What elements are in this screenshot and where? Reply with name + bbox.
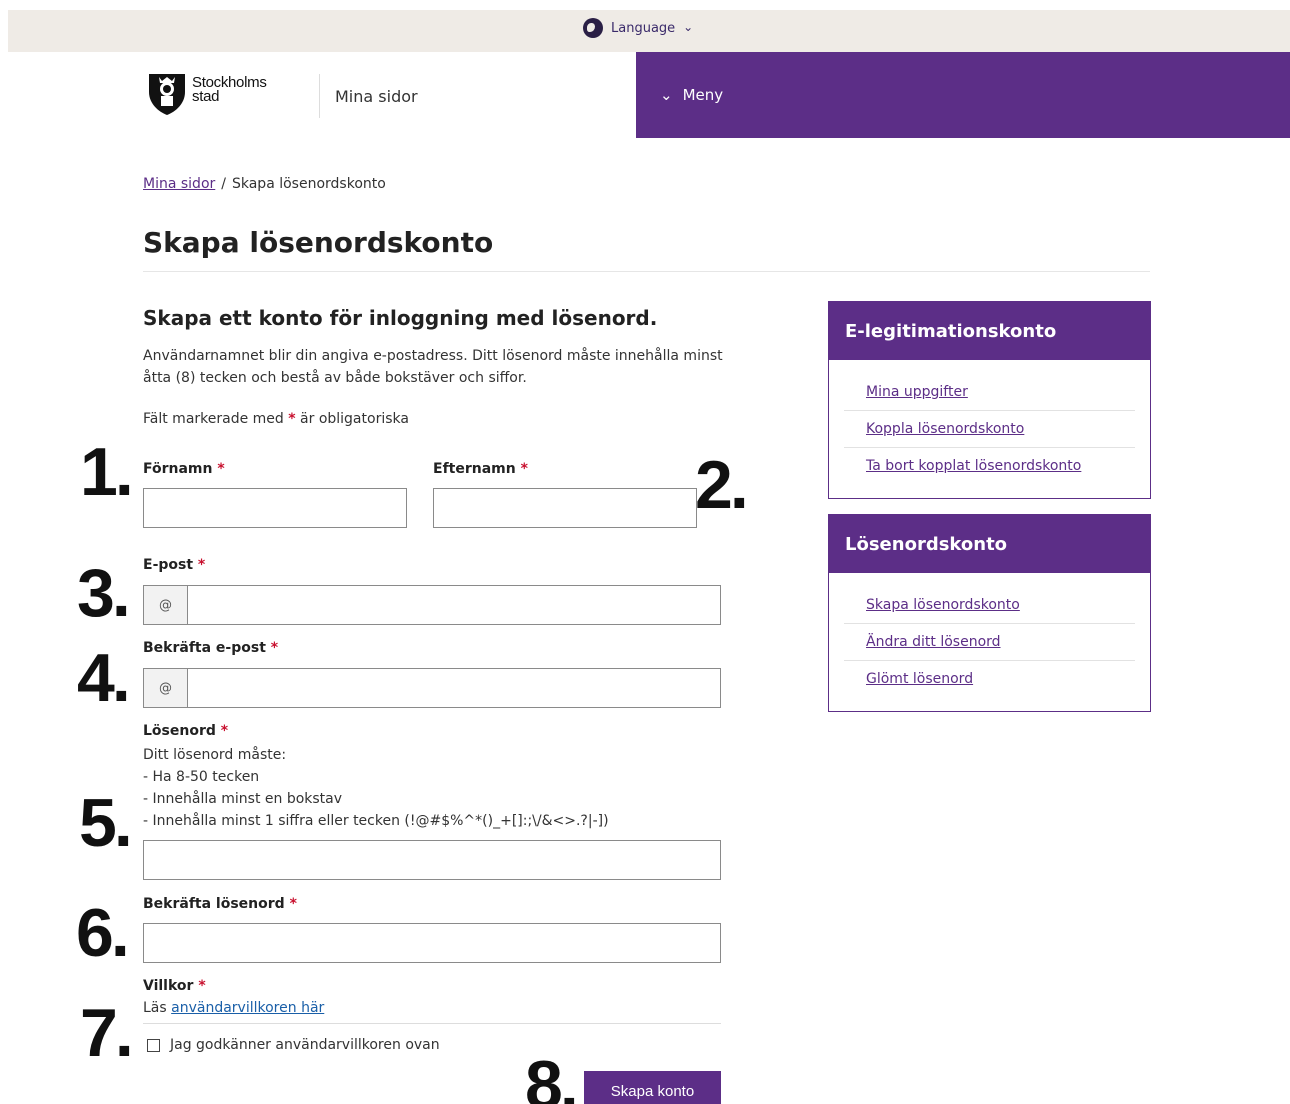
email-label-text: E-post bbox=[143, 557, 194, 573]
password-requirements: Ditt lösenord måste: - Ha 8-50 tecken - … bbox=[143, 744, 609, 832]
chevron-down-icon: ⌄ bbox=[660, 86, 673, 104]
terms-read-line: Läs användarvillkoren här bbox=[143, 1000, 324, 1016]
password-help-line: Ditt lösenord måste: bbox=[143, 747, 287, 763]
annotation-7: 7. bbox=[80, 995, 134, 1071]
sidebar-password-title: Lösenordskonto bbox=[829, 515, 1150, 573]
lastname-label-text: Efternamn bbox=[433, 461, 516, 477]
sidebar-link[interactable]: Glömt lösenord bbox=[866, 671, 973, 687]
annotation-6: 6. bbox=[76, 895, 130, 971]
password-confirm-input[interactable] bbox=[143, 923, 721, 963]
annotation-4: 4. bbox=[77, 640, 131, 716]
annotation-3: 3. bbox=[77, 555, 131, 631]
firstname-label-text: Förnamn bbox=[143, 461, 213, 477]
sidebar-item-skapa: Skapa lösenordskonto bbox=[844, 587, 1135, 624]
sidebar-link[interactable]: Koppla lösenordskonto bbox=[866, 421, 1024, 437]
required-star: * bbox=[220, 723, 229, 739]
intro-text: Användarnamnet blir din angiva e-postadr… bbox=[143, 348, 723, 386]
create-account-button[interactable]: Skapa konto bbox=[584, 1071, 721, 1104]
sidebar-link[interactable]: Ändra ditt lösenord bbox=[866, 634, 1001, 650]
at-sign-addon: @ bbox=[144, 586, 188, 624]
password-help-line: - Innehålla minst 1 siffra eller tecken … bbox=[143, 813, 609, 829]
required-star: * bbox=[520, 461, 528, 477]
sidebar-eid-box: E-legitimationskonto Mina uppgifter Kopp… bbox=[828, 301, 1151, 499]
password-label: Lösenord * bbox=[143, 723, 228, 739]
language-selector[interactable]: Language ⌄ bbox=[583, 18, 693, 38]
terms-read-prefix: Läs bbox=[143, 1000, 167, 1016]
sidebar-link[interactable]: Mina uppgifter bbox=[866, 384, 968, 400]
annotation-8: 8. bbox=[525, 1047, 579, 1104]
required-star: * bbox=[197, 557, 206, 573]
site-title[interactable]: Mina sidor bbox=[335, 87, 418, 106]
header-divider bbox=[319, 74, 320, 118]
terms-label-text: Villkor bbox=[143, 978, 194, 994]
title-divider bbox=[143, 271, 1150, 272]
email-label: E-post * bbox=[143, 557, 205, 573]
terms-checkbox-row[interactable]: Jag godkänner användarvillkoren ovan bbox=[147, 1037, 440, 1053]
terms-checkbox-label: Jag godkänner användarvillkoren ovan bbox=[170, 1037, 440, 1053]
menu-label: Meny bbox=[682, 86, 724, 104]
chevron-down-icon: ⌄ bbox=[683, 20, 694, 34]
email-input[interactable]: @ bbox=[143, 585, 721, 625]
required-suffix: är obligatoriska bbox=[300, 411, 409, 427]
password-help-line: - Ha 8-50 tecken bbox=[143, 769, 260, 785]
password-confirm-label-text: Bekräfta lösenord bbox=[143, 896, 285, 912]
terms-checkbox[interactable] bbox=[147, 1038, 160, 1052]
at-sign-addon: @ bbox=[144, 669, 188, 707]
sidebar-password-box: Lösenordskonto Skapa lösenordskonto Ändr… bbox=[828, 514, 1151, 712]
menu-bar: ⌄ Meny bbox=[636, 52, 1290, 138]
breadcrumb: Mina sidor / Skapa lösenordskonto bbox=[143, 176, 386, 192]
required-star: * bbox=[270, 640, 279, 656]
required-star: * bbox=[288, 411, 296, 427]
globe-icon bbox=[583, 18, 603, 38]
password-label-text: Lösenord bbox=[143, 723, 216, 739]
sidebar-eid-list: Mina uppgifter Koppla lösenordskonto Ta … bbox=[829, 360, 1150, 485]
sidebar-item-glomt: Glömt lösenord bbox=[844, 661, 1135, 698]
language-bar: Language ⌄ bbox=[8, 10, 1290, 52]
required-prefix: Fält markerade med bbox=[143, 411, 284, 427]
email-confirm-input[interactable]: @ bbox=[143, 668, 721, 708]
terms-link[interactable]: användarvillkoren här bbox=[171, 1000, 324, 1016]
sidebar-item-andra: Ändra ditt lösenord bbox=[844, 624, 1135, 661]
sidebar-item-koppla: Koppla lösenordskonto bbox=[844, 411, 1135, 448]
firstname-input[interactable] bbox=[143, 488, 407, 528]
annotation-2: 2. bbox=[695, 447, 749, 523]
breadcrumb-separator: / bbox=[221, 176, 226, 192]
sidebar-item-ta-bort: Ta bort kopplat lösenordskonto bbox=[844, 448, 1135, 485]
site-header: Stockholms stad Mina sidor ⌄ Meny bbox=[0, 52, 1290, 138]
sidebar-item-mina-uppgifter: Mina uppgifter bbox=[844, 374, 1135, 411]
required-star: * bbox=[198, 978, 206, 994]
sidebar-link[interactable]: Ta bort kopplat lösenordskonto bbox=[866, 458, 1081, 474]
logo-line-2: stad bbox=[192, 88, 220, 105]
sidebar-password-list: Skapa lösenordskonto Ändra ditt lösenord… bbox=[829, 573, 1150, 698]
lastname-input[interactable] bbox=[433, 488, 697, 528]
email-confirm-label-text: Bekräfta e-post bbox=[143, 640, 266, 656]
terms-divider bbox=[143, 1023, 721, 1024]
stockholm-crest-logo[interactable] bbox=[147, 72, 187, 116]
email-confirm-label: Bekräfta e-post * bbox=[143, 640, 278, 656]
sidebar-eid-title: E-legitimationskonto bbox=[829, 302, 1150, 360]
password-confirm-label: Bekräfta lösenord * bbox=[143, 896, 297, 912]
password-help-line: - Innehålla minst en bokstav bbox=[143, 791, 343, 807]
password-input[interactable] bbox=[143, 840, 721, 880]
page-title: Skapa lösenordskonto bbox=[143, 226, 494, 259]
lastname-label: Efternamn * bbox=[433, 461, 528, 477]
firstname-label: Förnamn * bbox=[143, 461, 225, 477]
annotation-5: 5. bbox=[79, 785, 133, 861]
language-label: Language bbox=[611, 20, 676, 36]
logo-wordmark: Stockholms stad bbox=[192, 75, 267, 105]
breadcrumb-home-link[interactable]: Mina sidor bbox=[143, 176, 215, 192]
breadcrumb-current: Skapa lösenordskonto bbox=[231, 176, 386, 192]
sidebar-link[interactable]: Skapa lösenordskonto bbox=[866, 597, 1020, 613]
annotation-1: 1. bbox=[80, 434, 134, 510]
required-star: * bbox=[289, 896, 297, 912]
required-note: Fält markerade med * är obligatoriska bbox=[143, 411, 409, 427]
menu-button[interactable]: ⌄ Meny bbox=[660, 86, 723, 104]
intro-title: Skapa ett konto för inloggning med lösen… bbox=[143, 306, 658, 330]
required-star: * bbox=[217, 461, 225, 477]
terms-label: Villkor * bbox=[143, 978, 206, 994]
